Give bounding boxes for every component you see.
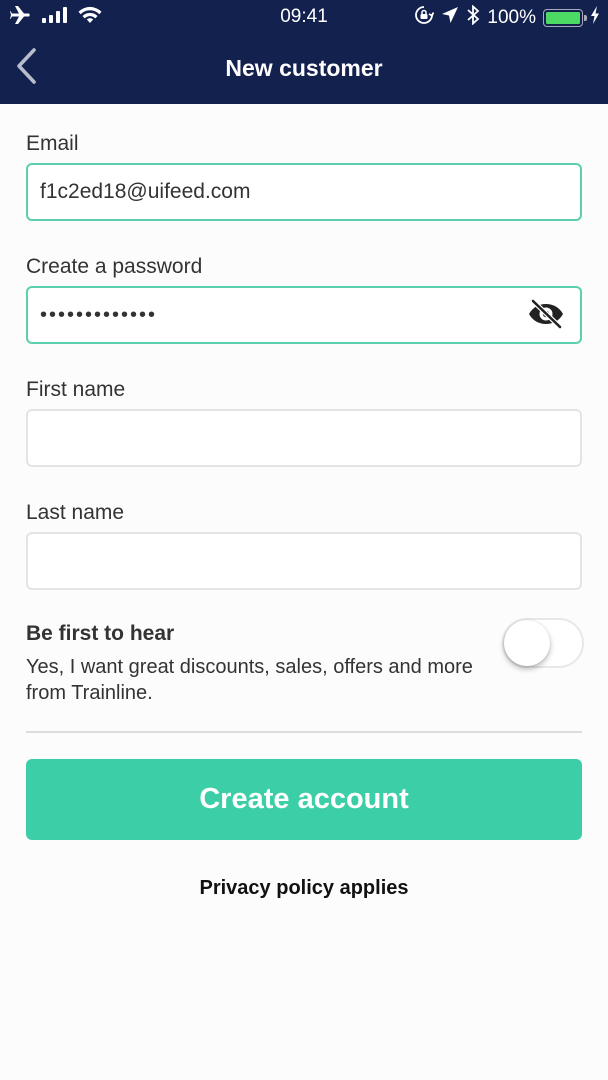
toggle-password-visibility-button[interactable] [526,298,566,334]
first-name-input[interactable] [40,426,568,450]
divider [26,731,582,733]
marketing-optin-toggle[interactable] [502,618,584,668]
bluetooth-icon [466,4,480,31]
optin-description: Yes, I want great discounts, sales, offe… [26,656,473,704]
page-title: New customer [225,55,383,81]
battery-icon [543,9,587,27]
app-header: 09:41 100% New customer [0,0,608,104]
eye-slash-icon [527,298,565,334]
last-name-label: Last name [26,501,125,524]
battery-percent: 100% [487,7,536,28]
last-name-field[interactable] [26,532,582,590]
first-name-field[interactable] [26,409,582,467]
status-right: 100% [414,4,600,31]
first-name-label: First name [26,378,126,401]
location-icon [441,6,459,30]
email-field[interactable] [26,163,582,221]
nav-bar: New customer [0,40,608,100]
optin-title: Be first to hear [26,622,175,645]
charging-icon [590,6,600,30]
email-label: Email [26,132,79,155]
password-label: Create a password [26,255,203,278]
battery-fill [546,12,580,24]
status-bar: 09:41 100% [0,0,608,34]
privacy-policy-link[interactable]: Privacy policy applies [26,877,582,900]
password-input[interactable]: ••••••••••••• [40,304,157,327]
password-field[interactable]: ••••••••••••• [26,286,582,344]
toggle-knob[interactable] [504,620,550,666]
create-account-button[interactable]: Create account [26,759,582,840]
last-name-input[interactable] [40,549,568,573]
email-input[interactable] [40,180,568,204]
orientation-lock-icon [414,5,435,31]
